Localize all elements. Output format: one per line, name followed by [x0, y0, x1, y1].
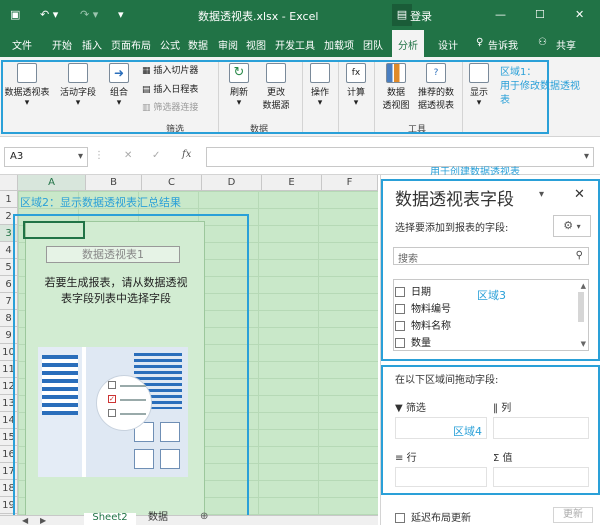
- column-header-b[interactable]: B: [86, 175, 142, 191]
- select-all-corner[interactable]: [0, 175, 18, 191]
- maximize-icon[interactable]: ☐: [535, 8, 545, 21]
- window-title: 数据透视表.xlsx - Excel: [198, 10, 319, 23]
- tab-formulas[interactable]: 公式: [160, 37, 180, 52]
- redo-icon[interactable]: ↷ ▾: [80, 8, 98, 21]
- title-bar: ▣ ↶ ▾ ↷ ▾ ▾ 数据透视表.xlsx - Excel ▤ 登录 — ☐ …: [0, 0, 600, 30]
- tab-design[interactable]: 设计: [438, 37, 458, 52]
- tab-page-layout[interactable]: 页面布局: [111, 37, 151, 52]
- update-button[interactable]: 更新: [553, 507, 593, 523]
- save-icon[interactable]: ▣: [10, 8, 20, 21]
- area2-annotation: 区域2：显示数据透视表汇总结果: [20, 196, 181, 209]
- add-sheet-icon[interactable]: ⊕: [200, 512, 208, 522]
- close-icon[interactable]: ✕: [575, 8, 584, 21]
- scroll-left-icon[interactable]: ◀: [22, 516, 28, 525]
- area4-outline: [381, 365, 600, 495]
- more-icon: ⋮: [94, 150, 104, 161]
- customize-qat-icon[interactable]: ▾: [118, 8, 124, 21]
- tab-addins[interactable]: 加载项: [324, 37, 354, 52]
- checkbox[interactable]: [395, 513, 405, 523]
- name-box-value: A3: [10, 151, 24, 162]
- area2-outline: [13, 214, 249, 525]
- sheet-tab-sheet2[interactable]: Sheet2: [84, 513, 136, 525]
- worksheet-grid[interactable]: A B C D E F 1 2 3 4 5 6 7 8 9 10 11 12 1…: [0, 175, 378, 525]
- column-header-d[interactable]: D: [202, 175, 262, 191]
- ribbon-tabs: 文件 开始 插入 页面布局 公式 数据 审阅 视图 开发工具 加载项 团队 分析…: [0, 30, 600, 57]
- expand-formula-icon[interactable]: ▾: [584, 151, 589, 162]
- undo-icon[interactable]: ↶ ▾: [40, 8, 58, 21]
- defer-update-option[interactable]: 延迟布局更新: [395, 509, 471, 524]
- column-header-c[interactable]: C: [142, 175, 202, 191]
- area3-outline: [381, 179, 600, 361]
- enter-icon[interactable]: ✓: [152, 150, 160, 161]
- insert-function-button[interactable]: fx: [182, 149, 191, 160]
- tab-insert[interactable]: 插入: [82, 37, 102, 52]
- tab-view[interactable]: 视图: [246, 37, 266, 52]
- tab-data[interactable]: 数据: [188, 37, 208, 52]
- row-header[interactable]: 1: [0, 191, 18, 208]
- cancel-icon[interactable]: ✕: [124, 150, 132, 161]
- sheet-tab-data[interactable]: 数据: [148, 513, 168, 523]
- tell-me-field[interactable]: 告诉我: [488, 37, 518, 52]
- column-header-e[interactable]: E: [262, 175, 322, 191]
- scroll-right-icon[interactable]: ▶: [40, 516, 46, 525]
- minimize-icon[interactable]: —: [495, 8, 506, 21]
- name-box[interactable]: A3 ▾: [4, 147, 88, 167]
- ribbon-display-icon[interactable]: ▤: [392, 4, 412, 26]
- tab-review[interactable]: 审阅: [218, 37, 238, 52]
- tell-me-icon[interactable]: ♀: [476, 37, 483, 48]
- pivot-field-pane: 数据透视表字段 ▾ ✕ 选择要添加到报表的字段: ⚙ ▾ 搜索 ⚲ ▲ ▼ 日期…: [380, 175, 600, 525]
- share-button[interactable]: 共享: [556, 37, 576, 52]
- formula-bar: A3 ▾ ⋮ ✕ ✓ fx ▾ 用于创建数据透视表: [0, 137, 600, 178]
- defer-update-label: 延迟布局更新: [411, 513, 471, 524]
- tab-home[interactable]: 开始: [52, 37, 72, 52]
- login-link[interactable]: 登录: [410, 8, 432, 24]
- column-header-a[interactable]: A: [18, 175, 86, 191]
- formula-input[interactable]: ▾: [206, 147, 594, 167]
- tab-team[interactable]: 团队: [363, 37, 383, 52]
- sheet-tab-bar: [0, 515, 378, 525]
- tab-analyze[interactable]: 分析: [392, 30, 424, 57]
- column-header-f[interactable]: F: [322, 175, 378, 191]
- chevron-down-icon[interactable]: ▾: [78, 151, 83, 162]
- tab-file[interactable]: 文件: [12, 37, 32, 52]
- tab-developer[interactable]: 开发工具: [275, 37, 315, 52]
- area1-outline: [1, 60, 549, 134]
- share-icon[interactable]: ⚇: [538, 37, 547, 48]
